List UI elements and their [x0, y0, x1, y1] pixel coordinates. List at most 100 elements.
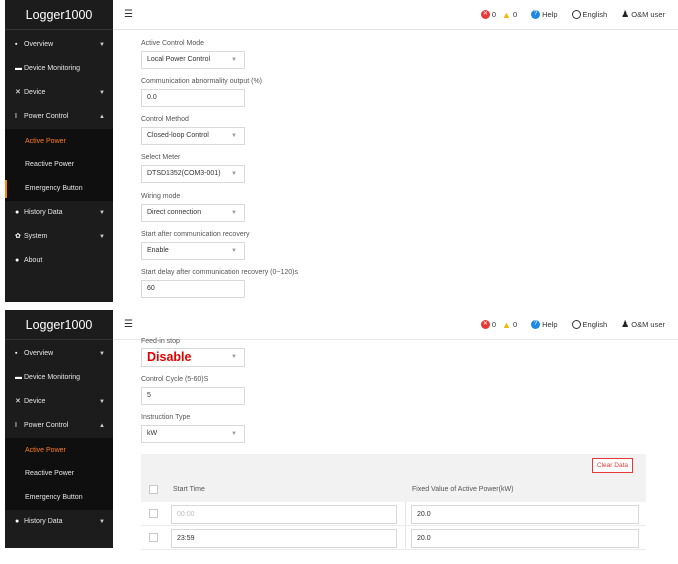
- user-label: O&M user: [631, 10, 665, 19]
- feed-in-stop-select[interactable]: Disable ▼: [141, 348, 245, 367]
- chevron-down-icon: ▼: [99, 42, 105, 48]
- sidebar-item-history-data[interactable]: ● History Data ▼: [5, 201, 113, 225]
- field-label: Feed-in stop: [141, 338, 180, 345]
- sidebar-item-power-control[interactable]: Ι Power Control ▲: [5, 414, 113, 438]
- alarm-status[interactable]: ✕ 0 ▲ 0: [480, 320, 518, 330]
- start-delay-input[interactable]: 60: [141, 280, 245, 298]
- help-link[interactable]: ? Help: [531, 10, 558, 19]
- clear-data-button[interactable]: Clear Data: [591, 458, 633, 473]
- error-count: 0: [491, 10, 497, 19]
- tools-icon: ✕: [15, 89, 21, 96]
- select-all-checkbox[interactable]: [149, 485, 158, 494]
- start-time-input[interactable]: 23:59: [171, 529, 397, 548]
- menu-toggle-icon[interactable]: ☰: [124, 9, 133, 20]
- chevron-down-icon: ▼: [99, 234, 105, 240]
- help-link[interactable]: ? Help: [531, 320, 558, 329]
- select-value: DTSD1352(COM3-001): [147, 170, 221, 177]
- sidebar-nav: ▪ Overview ▼ ▬ Device Monitoring ✕ Device ▼…: [5, 342, 113, 534]
- comm-abnormality-output-field: Communication abnormality output (%) 0.0: [141, 78, 441, 107]
- start-delay-field: Start delay after communication recovery…: [141, 269, 441, 298]
- field-label: Control Method: [141, 116, 189, 123]
- sidebar-item-about[interactable]: ● About: [5, 249, 113, 273]
- select-meter-select[interactable]: DTSD1352(COM3-001) ▼: [141, 165, 245, 183]
- sidebar-item-label: Active Power: [25, 138, 66, 145]
- sidebar-item-overview[interactable]: ▪ Overview ▼: [5, 33, 113, 57]
- control-cycle-input[interactable]: 5: [141, 387, 245, 405]
- chevron-down-icon: ▼: [231, 248, 237, 254]
- error-icon: ✕: [480, 320, 490, 329]
- comm-abnormality-output-input[interactable]: 0.0: [141, 89, 245, 107]
- field-label: Control Cycle (5-60)S: [141, 376, 209, 383]
- warning-icon: ▲: [502, 9, 511, 20]
- sidebar-item-emergency-button[interactable]: Emergency Button: [5, 486, 113, 510]
- help-icon: ?: [531, 320, 541, 329]
- sidebar-submenu-power-control: Active Power Reactive Power Emergency Bu…: [5, 438, 113, 510]
- sidebar-item-label: Reactive Power: [25, 161, 75, 168]
- control-method-select[interactable]: Closed-loop Control ▼: [141, 127, 245, 145]
- sidebar-item-label: Overview: [24, 41, 54, 48]
- language-selector[interactable]: English: [571, 320, 607, 329]
- column-divider: [405, 526, 406, 549]
- chevron-down-icon: ▼: [231, 133, 237, 139]
- wiring-mode-field: Wiring mode Direct connection ▼: [141, 193, 441, 222]
- sidebar-item-power-control[interactable]: Ι Power Control ▲: [5, 105, 113, 129]
- top-bar: ☰ ✕ 0 ▲ 0 ? Help English ♟ O&M user: [113, 0, 678, 30]
- menu-toggle-icon[interactable]: ☰: [124, 319, 133, 330]
- sidebar-item-overview[interactable]: ▪ Overview ▼: [5, 342, 113, 366]
- fixed-value-input[interactable]: 20.0: [411, 529, 639, 548]
- warning-count: 0: [512, 10, 518, 19]
- language-selector[interactable]: English: [571, 10, 607, 19]
- sidebar-nav: ▪ Overview ▼ ▬ Device Monitoring ✕ Device ▼…: [5, 33, 113, 273]
- column-divider: [405, 502, 406, 525]
- instruction-type-select[interactable]: kW ▼: [141, 425, 245, 443]
- start-time-input[interactable]: 00:00: [171, 505, 397, 524]
- sidebar-item-label: History Data: [24, 209, 63, 216]
- user-menu[interactable]: ♟ O&M user: [621, 9, 665, 20]
- select-value: Local Power Control: [147, 56, 211, 63]
- sidebar-item-device[interactable]: ✕ Device ▼: [5, 390, 113, 414]
- wiring-mode-select[interactable]: Direct connection ▼: [141, 204, 245, 222]
- sidebar-item-label: Emergency Button: [25, 494, 83, 501]
- field-label: Start after communication recovery: [141, 231, 250, 238]
- sidebar-item-active-power[interactable]: Active Power: [5, 438, 113, 462]
- row-checkbox[interactable]: [149, 533, 158, 542]
- user-menu[interactable]: ♟ O&M user: [621, 319, 665, 330]
- sidebar-item-reactive-power[interactable]: Reactive Power: [5, 462, 113, 486]
- globe-icon: [571, 320, 581, 329]
- active-control-mode-select[interactable]: Local Power Control ▼: [141, 51, 245, 69]
- field-label: Communication abnormality output (%): [141, 78, 262, 85]
- sidebar-item-reactive-power[interactable]: Reactive Power: [5, 153, 113, 177]
- chevron-down-icon: ▼: [99, 210, 105, 216]
- select-value: Enable: [147, 247, 169, 254]
- field-label: Start delay after communication recovery…: [141, 269, 298, 276]
- input-value: 60: [147, 285, 155, 292]
- sidebar-item-system[interactable]: ✿ System ▼: [5, 225, 113, 249]
- alarm-status[interactable]: ✕ 0 ▲ 0: [480, 9, 518, 20]
- sidebar-item-device-monitoring[interactable]: ▬ Device Monitoring: [5, 366, 113, 390]
- sidebar: Logger1000 ▪ Overview ▼ ▬ Device Monitorin…: [5, 0, 113, 302]
- sidebar: Logger1000 ▪ Overview ▼ ▬ Device Monitorin…: [5, 310, 113, 548]
- user-icon: ♟: [621, 319, 630, 329]
- chevron-up-icon: ▲: [99, 423, 105, 429]
- control-cycle-field: Control Cycle (5-60)S 5: [141, 376, 441, 405]
- row-checkbox[interactable]: [149, 509, 158, 518]
- fixed-value-input[interactable]: 20.0: [411, 505, 639, 524]
- sidebar-item-device-monitoring[interactable]: ▬ Device Monitoring: [5, 57, 113, 81]
- gear-icon: ✿: [15, 233, 21, 240]
- help-icon: ?: [531, 10, 541, 19]
- sidebar-item-label: Power Control: [24, 422, 69, 429]
- sidebar-submenu-power-control: Active Power Reactive Power Emergency Bu…: [5, 129, 113, 201]
- chevron-down-icon: ▼: [99, 519, 105, 525]
- sidebar-item-active-power[interactable]: Active Power: [5, 129, 113, 153]
- warning-count: 0: [512, 320, 518, 329]
- globe-icon: [571, 10, 581, 19]
- sidebar-item-device[interactable]: ✕ Device ▼: [5, 81, 113, 105]
- app-logo: Logger1000: [5, 310, 113, 340]
- start-after-recovery-select[interactable]: Enable ▼: [141, 242, 245, 260]
- input-value: 5: [147, 392, 151, 399]
- sidebar-item-label: Device Monitoring: [24, 65, 81, 72]
- sidebar-item-history-data[interactable]: ● History Data ▼: [5, 510, 113, 534]
- select-meter-field: Select Meter DTSD1352(COM3-001) ▼: [141, 154, 441, 183]
- feed-in-stop-field: Feed-in stop Disable ▼: [141, 338, 441, 367]
- sidebar-item-emergency-button[interactable]: Emergency Button: [5, 177, 113, 201]
